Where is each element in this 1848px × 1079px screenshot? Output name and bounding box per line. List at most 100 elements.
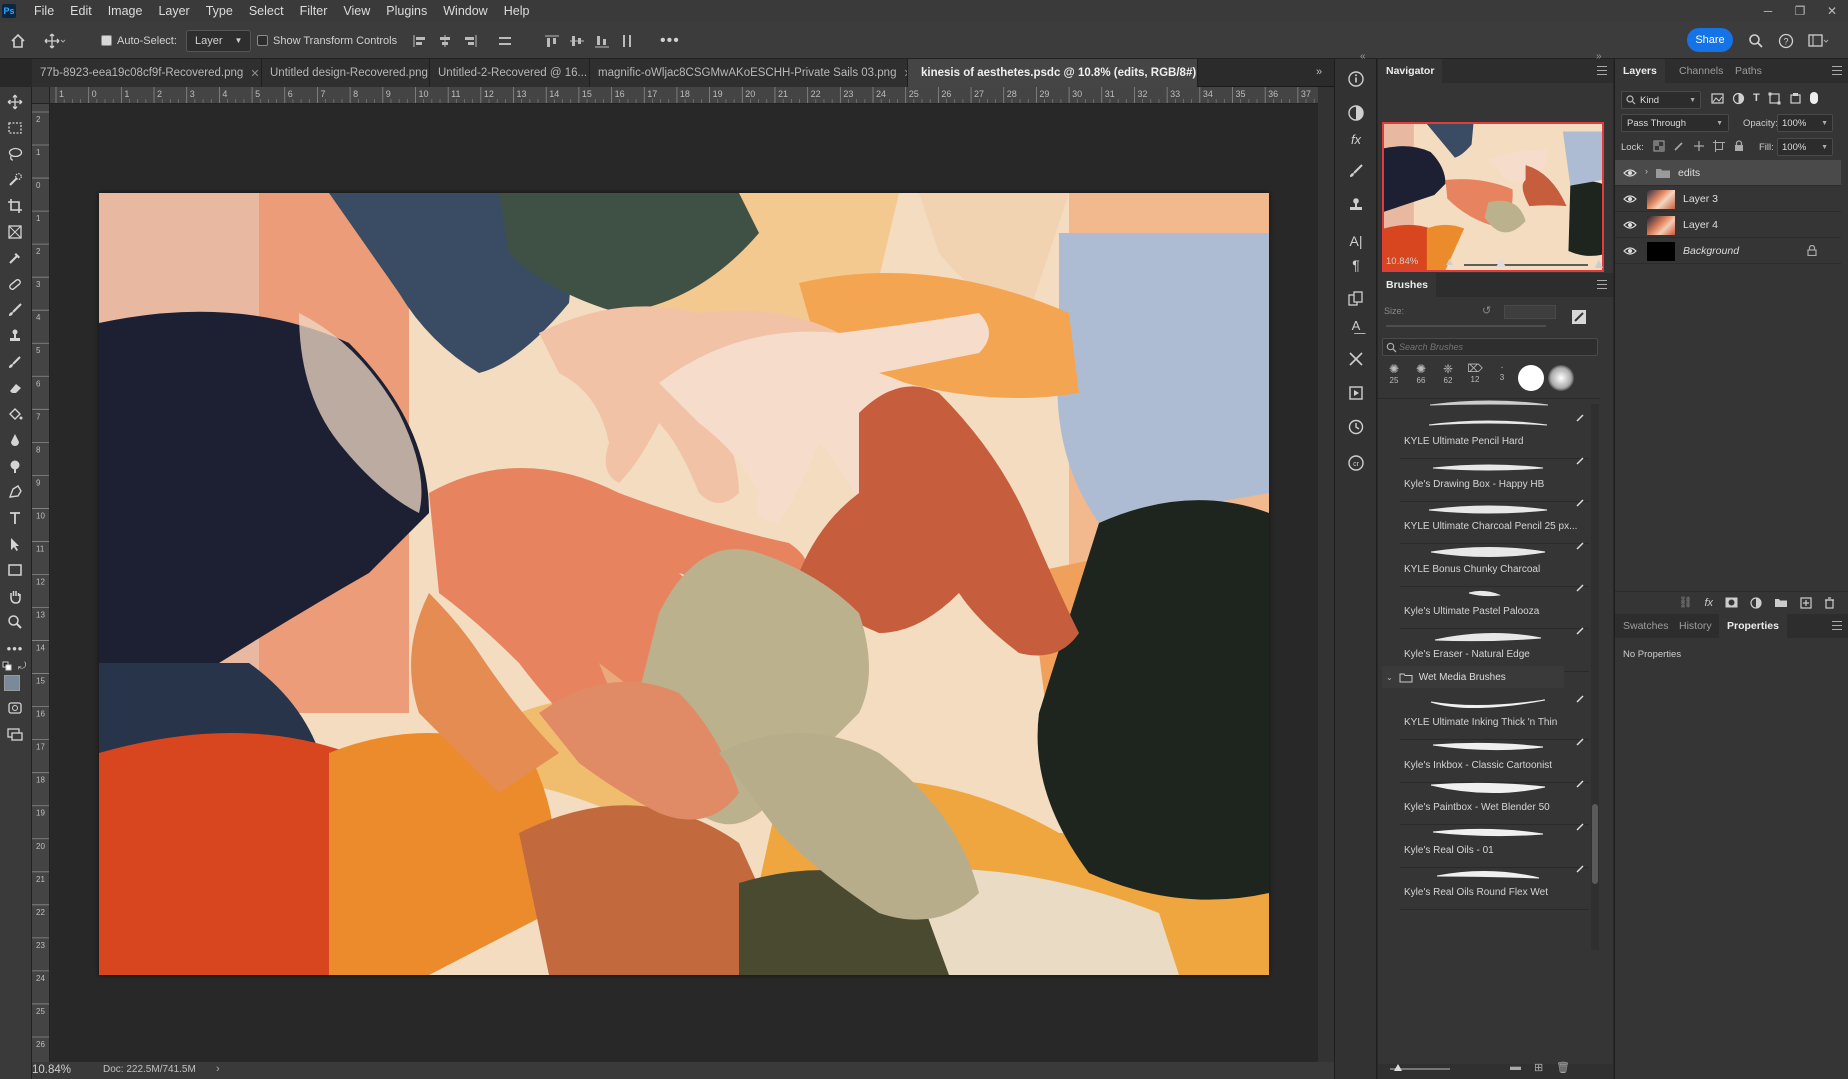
tab-channels[interactable]: Channels: [1671, 59, 1731, 83]
zoom-level-field[interactable]: 10.84%: [32, 1064, 71, 1076]
brush-tool-icon[interactable]: [2, 299, 28, 321]
zoom-in-icon[interactable]: ▲: [1592, 255, 1606, 271]
brush-edit-icon[interactable]: [1576, 626, 1585, 635]
menu-plugins[interactable]: Plugins: [378, 4, 435, 18]
filter-adjustment-icon[interactable]: [1732, 92, 1745, 105]
paragraph-icon[interactable]: ¶: [1344, 253, 1368, 277]
type-tool-icon[interactable]: [2, 507, 28, 529]
new-layer-icon[interactable]: [1800, 596, 1812, 609]
quick-selection-tool-icon[interactable]: [2, 169, 28, 191]
brush-group-wet-media[interactable]: ⌄ Wet Media Brushes: [1382, 666, 1564, 688]
vertical-ruler[interactable]: 2 1 0 1 2 3 4 5 6 7 8 9 10 11 12 13 14 15 16 17 18 19 20 21 22 23…: [32, 104, 50, 1062]
tool-presets-icon[interactable]: [1344, 347, 1368, 371]
align-middle-icon[interactable]: [569, 34, 585, 48]
collapse-panels-right-icon[interactable]: »: [1596, 51, 1602, 62]
character-icon[interactable]: A|: [1344, 229, 1368, 253]
canvas-workspace[interactable]: [50, 104, 1318, 1062]
move-tool-icon[interactable]: [2, 91, 28, 113]
align-center-icon[interactable]: [437, 34, 453, 48]
tab-properties[interactable]: Properties: [1719, 614, 1787, 638]
clone-source-icon[interactable]: [1344, 193, 1368, 217]
tab-doc-1[interactable]: 77b-8923-eea19c08cf9f-Recovered.png ✕: [32, 59, 262, 87]
distribute-vertical-icon[interactable]: [619, 34, 635, 48]
menu-filter[interactable]: Filter: [292, 4, 336, 18]
eyedropper-tool-icon[interactable]: [2, 247, 28, 269]
fill-input[interactable]: 100% ▼: [1777, 138, 1833, 156]
tab-navigator[interactable]: Navigator: [1378, 59, 1443, 83]
more-options-icon[interactable]: •••: [660, 32, 680, 50]
trash-icon[interactable]: 🗑: [1556, 1061, 1570, 1074]
navigator-preview[interactable]: [1382, 122, 1604, 272]
align-left-icon[interactable]: [412, 34, 428, 48]
status-menu-arrow-icon[interactable]: ›: [216, 1063, 220, 1075]
align-top-icon[interactable]: [544, 34, 560, 48]
lock-image-icon[interactable]: [1673, 140, 1685, 152]
tab-paths[interactable]: Paths: [1727, 59, 1770, 83]
brush-edit-icon[interactable]: [1576, 822, 1585, 831]
tab-overflow-icon[interactable]: »: [1316, 66, 1322, 78]
brush-list-scrollbar-thumb[interactable]: [1592, 804, 1598, 884]
visibility-eye-icon[interactable]: [1623, 194, 1637, 204]
panel-menu-icon[interactable]: [1832, 66, 1842, 75]
filter-smart-object-icon[interactable]: [1789, 92, 1802, 105]
adjustments-icon[interactable]: [1344, 101, 1368, 125]
recent-brush-1[interactable]: ✺ 25: [1382, 362, 1406, 398]
slider-thumb[interactable]: [1394, 1064, 1402, 1071]
pen-tool-icon[interactable]: [2, 481, 28, 503]
close-icon[interactable]: ✕: [250, 67, 259, 80]
ruler-origin[interactable]: [32, 87, 50, 104]
visibility-eye-icon[interactable]: [1623, 220, 1637, 230]
lock-position-icon[interactable]: [1693, 140, 1705, 152]
panel-menu-icon[interactable]: [1597, 66, 1607, 75]
brush-edit-icon[interactable]: [1576, 694, 1585, 703]
brush-settings-icon[interactable]: [1344, 159, 1368, 183]
brush-search-field[interactable]: [1382, 338, 1598, 356]
menu-window[interactable]: Window: [435, 4, 495, 18]
brush-edit-icon[interactable]: [1576, 541, 1585, 550]
menu-layer[interactable]: Layer: [150, 4, 197, 18]
recent-brush-5[interactable]: · 3: [1490, 362, 1514, 398]
canvas-vertical-scrollbar[interactable]: [1318, 87, 1334, 1062]
align-bottom-icon[interactable]: [594, 34, 610, 48]
tab-layers[interactable]: Layers: [1615, 59, 1665, 83]
menu-help[interactable]: Help: [496, 4, 538, 18]
lock-all-icon[interactable]: [1733, 140, 1745, 152]
navigator-zoom-slider-thumb[interactable]: [1496, 259, 1507, 267]
tab-swatches[interactable]: Swatches: [1615, 614, 1677, 638]
show-transform-checkbox[interactable]: Show Transform Controls: [257, 22, 397, 59]
navigator-zoom-value[interactable]: 10.84%: [1386, 256, 1418, 267]
new-group-icon[interactable]: [1774, 597, 1788, 608]
tab-doc-3[interactable]: Untitled-2-Recovered @ 16...✕: [430, 59, 590, 87]
marquee-tool-icon[interactable]: [2, 117, 28, 139]
workspace-icon[interactable]: [1808, 33, 1830, 49]
brush-edit-icon[interactable]: [1576, 737, 1585, 746]
recent-brush-4[interactable]: ⌦ 12: [1463, 362, 1487, 398]
zoom-tool-icon[interactable]: [2, 611, 28, 633]
path-selection-tool-icon[interactable]: [2, 533, 28, 555]
search-icon[interactable]: [1748, 33, 1764, 49]
default-colors-icon[interactable]: [2, 661, 12, 671]
recent-brush-hard-round[interactable]: [1518, 365, 1544, 391]
tab-brushes[interactable]: Brushes: [1378, 273, 1437, 297]
edit-toolbar-icon[interactable]: •••: [2, 637, 28, 659]
info-icon[interactable]: [1344, 67, 1368, 91]
folder-icon[interactable]: ▬: [1510, 1061, 1521, 1073]
rectangle-tool-icon[interactable]: [2, 559, 28, 581]
visibility-eye-icon[interactable]: [1623, 246, 1637, 256]
filter-toggle-icon[interactable]: [1809, 92, 1818, 104]
add-brush-icon[interactable]: ⊞: [1534, 1061, 1543, 1074]
align-right-icon[interactable]: [462, 34, 478, 48]
clone-stamp-tool-icon[interactable]: [2, 325, 28, 347]
healing-brush-tool-icon[interactable]: [2, 273, 28, 295]
opacity-input[interactable]: 100% ▼: [1777, 114, 1833, 132]
brush-edit-icon[interactable]: [1576, 583, 1585, 592]
minimize-icon[interactable]: ─: [1752, 0, 1784, 22]
restore-icon[interactable]: ❐: [1784, 0, 1816, 22]
chevron-down-icon[interactable]: ⌄: [1386, 673, 1393, 682]
tab-doc-active[interactable]: kinesis of aesthetes.psdc @ 10.8% (edits…: [908, 59, 1198, 87]
brush-preset-item[interactable]: Kyle's Eraser - Natural Edge: [1400, 622, 1589, 672]
menu-select[interactable]: Select: [241, 4, 292, 18]
recent-brush-2[interactable]: ✺ 66: [1409, 362, 1433, 398]
link-layers-icon[interactable]: ⛓: [1678, 596, 1692, 609]
lock-artboard-icon[interactable]: [1713, 140, 1725, 152]
